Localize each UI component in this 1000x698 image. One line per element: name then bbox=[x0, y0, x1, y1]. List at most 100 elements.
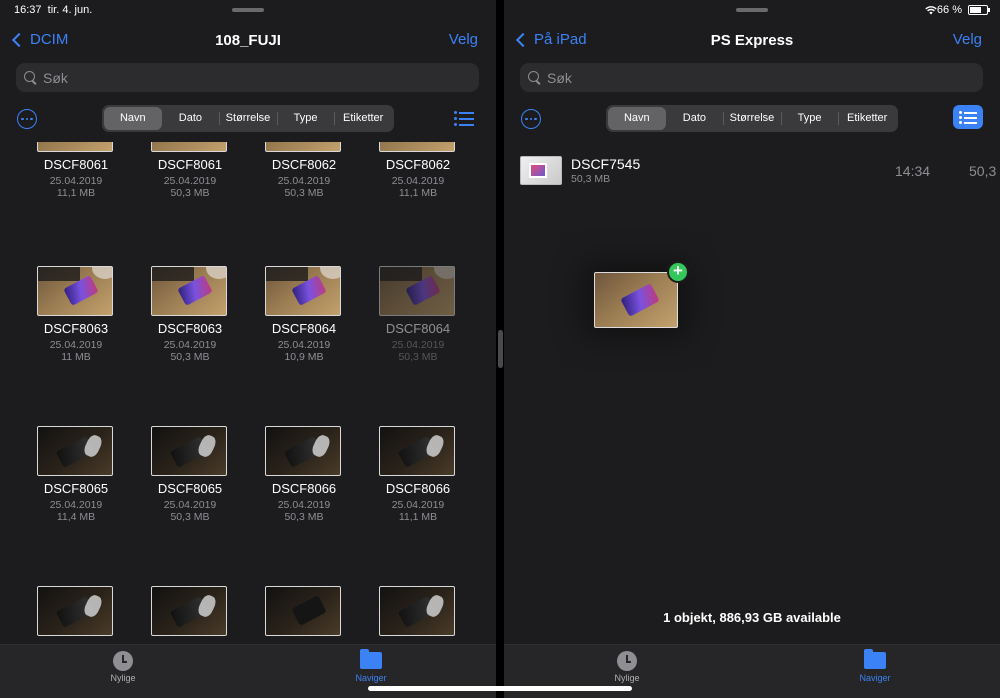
list-view-icon-active[interactable] bbox=[953, 105, 983, 129]
file-grid-item[interactable]: DSCF8061 25.04.2019 50,3 MB bbox=[133, 142, 247, 242]
file-thumbnail bbox=[379, 586, 455, 636]
sort-tab-type[interactable]: Type bbox=[780, 107, 839, 130]
select-button[interactable]: Velg bbox=[449, 31, 478, 48]
file-size: 11 MB bbox=[61, 351, 91, 363]
file-thumbnail bbox=[37, 426, 113, 476]
file-grid-item[interactable]: DSCF8063 25.04.2019 50,3 MB bbox=[133, 266, 247, 406]
file-thumbnail bbox=[37, 586, 113, 636]
file-date: 25.04.2019 bbox=[391, 339, 445, 351]
file-name: DSCF8062 bbox=[271, 157, 337, 172]
more-options-icon[interactable] bbox=[17, 109, 37, 129]
tab-recent[interactable]: Nylige bbox=[93, 651, 153, 683]
file-date: 25.04.2019 bbox=[391, 175, 445, 187]
search-input[interactable]: Søk bbox=[16, 63, 479, 92]
back-label: DCIM bbox=[30, 31, 69, 48]
file-grid-item[interactable]: DSCF8064 25.04.2019 10,9 MB bbox=[247, 266, 361, 406]
file-grid-item[interactable]: DSCF8066 25.04.2019 11,1 MB bbox=[361, 426, 475, 566]
sort-segmented-control-right: Navn Dato Størrelse Type Etiketter bbox=[606, 105, 898, 132]
file-date: 25.04.2019 bbox=[163, 175, 217, 187]
status-time: 16:37 bbox=[14, 4, 42, 16]
file-grid-item[interactable]: DSCF8065 25.04.2019 11,4 MB bbox=[19, 426, 133, 566]
file-date: 25.04.2019 bbox=[49, 175, 103, 187]
status-date: tir. 4. jun. bbox=[47, 4, 93, 16]
file-thumbnail bbox=[37, 142, 113, 152]
sort-tab-name[interactable]: Navn bbox=[608, 107, 666, 130]
back-button-right[interactable]: På iPad bbox=[514, 31, 587, 48]
file-grid-item[interactable] bbox=[247, 586, 361, 644]
file-date: 25.04.2019 bbox=[277, 339, 331, 351]
tab-browse-right[interactable]: Naviger bbox=[845, 649, 905, 683]
file-grid-item[interactable]: DSCF8063 25.04.2019 11 MB bbox=[19, 266, 133, 406]
file-grid-item[interactable] bbox=[19, 586, 133, 644]
file-grid-item[interactable] bbox=[133, 586, 247, 644]
tab-recent-right[interactable]: Nylige bbox=[597, 651, 657, 683]
dragged-file-preview[interactable] bbox=[594, 272, 678, 328]
file-grid-item[interactable]: DSCF8061 25.04.2019 11,1 MB bbox=[19, 142, 133, 242]
sort-tab-type[interactable]: Type bbox=[276, 107, 335, 130]
add-badge-icon: + bbox=[667, 261, 689, 283]
file-name: DSCF8064 bbox=[385, 321, 451, 336]
file-size: 50,3 MB bbox=[398, 351, 438, 363]
file-grid-item[interactable]: DSCF8062 25.04.2019 50,3 MB bbox=[247, 142, 361, 242]
split-view-handle[interactable] bbox=[497, 330, 503, 368]
multitasking-grabber-right[interactable] bbox=[736, 8, 768, 12]
file-row[interactable]: DSCF7545 50,3 MB 14:34 50,3 bbox=[520, 152, 1000, 190]
select-button-right[interactable]: Velg bbox=[953, 31, 982, 48]
file-thumbnail bbox=[265, 266, 341, 316]
file-thumbnail bbox=[151, 266, 227, 316]
sort-tab-date[interactable]: Dato bbox=[162, 107, 220, 130]
sort-tab-date[interactable]: Dato bbox=[666, 107, 724, 130]
tab-browse[interactable]: Naviger bbox=[341, 649, 401, 683]
file-size: 11,1 MB bbox=[398, 511, 438, 523]
file-thumbnail bbox=[379, 266, 455, 316]
file-name: DSCF8061 bbox=[157, 157, 223, 172]
home-indicator[interactable] bbox=[368, 686, 632, 691]
file-name: DSCF8065 bbox=[157, 481, 223, 496]
tab-browse-label: Naviger bbox=[355, 673, 387, 683]
sort-tab-tags[interactable]: Etiketter bbox=[334, 107, 392, 130]
file-date: 25.04.2019 bbox=[49, 339, 103, 351]
file-thumbnail bbox=[151, 142, 227, 152]
file-name: DSCF7545 bbox=[571, 156, 641, 172]
file-thumbnail bbox=[520, 156, 562, 185]
back-button[interactable]: DCIM bbox=[10, 31, 68, 48]
sort-tab-tags[interactable]: Etiketter bbox=[838, 107, 896, 130]
file-thumbnail bbox=[265, 586, 341, 636]
sort-tab-name[interactable]: Navn bbox=[104, 107, 162, 130]
file-name: DSCF8063 bbox=[43, 321, 109, 336]
search-icon bbox=[24, 71, 37, 84]
search-input-right[interactable]: Søk bbox=[520, 63, 983, 92]
tab-recent-label: Nylige bbox=[110, 673, 136, 683]
list-view-icon[interactable] bbox=[454, 110, 474, 126]
sort-tab-size[interactable]: Størrelse bbox=[219, 107, 277, 130]
clock-icon bbox=[113, 651, 133, 671]
file-thumbnail bbox=[379, 426, 455, 476]
file-grid-item[interactable] bbox=[361, 586, 475, 644]
file-date: 25.04.2019 bbox=[163, 339, 217, 351]
file-size: 50,3 MB bbox=[170, 187, 210, 199]
sort-tab-size[interactable]: Størrelse bbox=[723, 107, 781, 130]
file-grid-item[interactable]: DSCF8065 25.04.2019 50,3 MB bbox=[133, 426, 247, 566]
sort-toolbar-right: Navn Dato Størrelse Type Etiketter bbox=[504, 104, 1000, 132]
search-icon bbox=[528, 71, 541, 84]
file-thumbnail bbox=[37, 266, 113, 316]
file-size: 50,3 MB bbox=[284, 511, 324, 523]
file-name: DSCF8061 bbox=[43, 157, 109, 172]
sort-segmented-control: Navn Dato Størrelse Type Etiketter bbox=[102, 105, 394, 132]
multitasking-grabber[interactable] bbox=[232, 8, 264, 12]
navigation-bar-right: På iPad PS Express Velg bbox=[504, 30, 1000, 54]
file-name: DSCF8064 bbox=[271, 321, 337, 336]
status-time-date: 16:37 tir. 4. jun. bbox=[14, 4, 92, 16]
file-grid-item[interactable]: DSCF8066 25.04.2019 50,3 MB bbox=[247, 426, 361, 566]
clock-icon bbox=[617, 651, 637, 671]
file-grid-item[interactable]: DSCF8064 25.04.2019 50,3 MB bbox=[361, 266, 475, 406]
file-name: DSCF8066 bbox=[271, 481, 337, 496]
file-thumbnail bbox=[265, 426, 341, 476]
file-grid-item[interactable]: DSCF8062 25.04.2019 11,1 MB bbox=[361, 142, 475, 242]
file-date: 25.04.2019 bbox=[391, 499, 445, 511]
folder-icon bbox=[360, 649, 382, 669]
file-date: 25.04.2019 bbox=[163, 499, 217, 511]
file-name: DSCF8066 bbox=[385, 481, 451, 496]
more-options-icon[interactable] bbox=[521, 109, 541, 129]
tab-browse-label: Naviger bbox=[859, 673, 891, 683]
